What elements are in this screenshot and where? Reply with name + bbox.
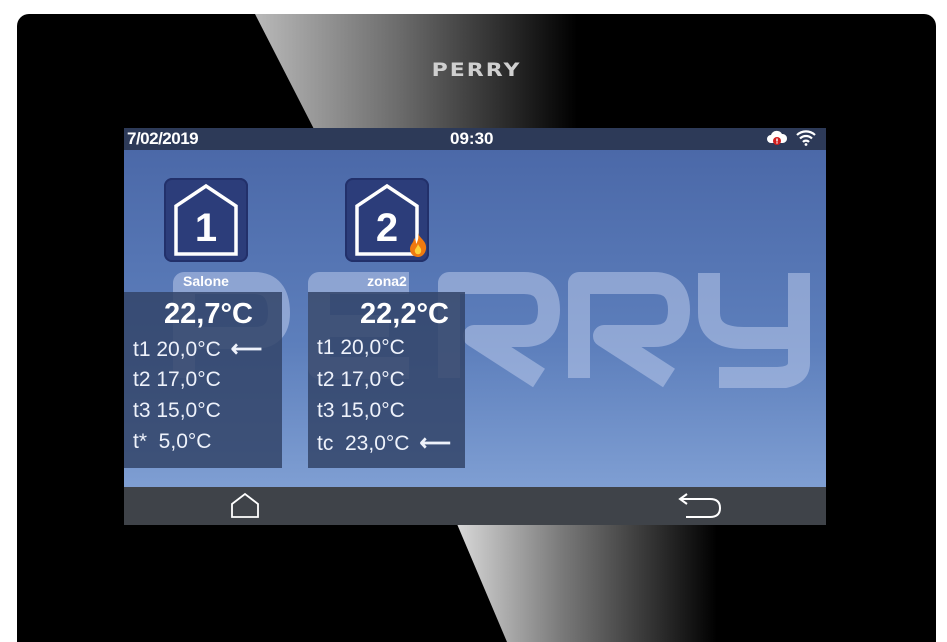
- zone-1-number: 1: [194, 206, 218, 250]
- zone-1-panel[interactable]: 22,7°C t1 20,0°C ⟵ t2 17,0°C t3 15,0°C t*…: [124, 292, 282, 468]
- bottom-nav-bar: [124, 487, 826, 525]
- active-setpoint-arrow-icon: ⟵: [419, 430, 451, 455]
- zone-2-setpoint-t3: t3 15,0°C: [317, 399, 405, 422]
- brand-logo: PERRY: [431, 59, 522, 82]
- wifi-icon: [796, 130, 816, 146]
- zone-2-button[interactable]: 2: [345, 178, 429, 262]
- active-setpoint-arrow-icon: ⟵: [230, 336, 263, 361]
- status-time: 09:30: [450, 129, 494, 148]
- zone-1-name: Salone: [183, 273, 229, 289]
- zone-2-setpoint-comfort: tc 23,0°C ⟵: [317, 430, 451, 455]
- zone-1-setpoint-antifreeze: t* 5,0°C: [133, 430, 212, 453]
- zone-1-setpoint-t3: t3 15,0°C: [133, 399, 221, 422]
- zone-2-name: zona2: [367, 273, 407, 289]
- back-icon: [678, 493, 722, 518]
- zone-2-setpoint-t2: t2 17,0°C: [317, 368, 405, 391]
- zone-2-setpoint-t1: t1 20,0°C: [317, 336, 405, 359]
- zone-1-temperature: 22,7°C: [164, 298, 253, 330]
- zone-2-temperature: 22,2°C: [360, 298, 449, 330]
- zone-1-setpoint-t1: t1 20,0°C ⟵: [133, 336, 263, 361]
- home-button[interactable]: [220, 487, 270, 525]
- status-icons: [766, 130, 816, 146]
- zone-1-button[interactable]: 1: [164, 178, 248, 262]
- status-date: 7/02/2019: [127, 129, 199, 148]
- cloud-alert-icon: [767, 130, 788, 145]
- back-button[interactable]: [672, 487, 728, 525]
- thermostat-screen: 7/02/2019 09:30 1 Salone 22,7°C t1 20,0°…: [124, 128, 826, 525]
- flame-icon: [410, 233, 427, 257]
- home-icon: [231, 492, 259, 518]
- status-bar: 7/02/2019 09:30: [124, 128, 826, 150]
- zone-1-setpoint-t2: t2 17,0°C: [133, 368, 221, 391]
- zone-2-panel[interactable]: 22,2°C t1 20,0°C t2 17,0°C t3 15,0°C tc …: [308, 292, 465, 468]
